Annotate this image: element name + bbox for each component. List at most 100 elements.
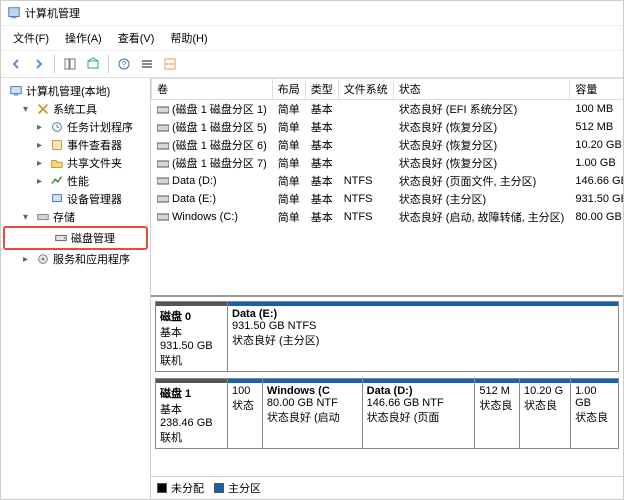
legend-unallocated: 未分配 [157, 480, 204, 496]
disk-0-row[interactable]: 磁盘 0 基本 931.50 GB 联机 Data (E:) 931.50 GB… [155, 301, 619, 372]
volume-capacity: 10.20 GB [570, 136, 623, 154]
expander-icon[interactable]: ▸ [23, 254, 33, 265]
partition-status: 状态良好 (启动 [267, 409, 358, 425]
volume-status: 状态良好 (页面文件, 主分区) [393, 172, 570, 190]
svg-text:?: ? [122, 60, 127, 69]
volume-fs: NTFS [338, 172, 393, 190]
detail-view-button[interactable] [160, 54, 180, 74]
clock-icon [50, 120, 64, 134]
expander-icon[interactable]: ▸ [37, 140, 47, 151]
disk-header-bar [156, 302, 227, 306]
volume-list[interactable]: 卷 布局 类型 文件系统 状态 容量 可用空间 (磁盘 1 磁盘分区 1)简单基… [151, 78, 623, 297]
list-view-button[interactable] [137, 54, 157, 74]
disk-1-header[interactable]: 磁盘 1 基本 238.46 GB 联机 [156, 379, 228, 448]
menu-file[interactable]: 文件(F) [5, 28, 57, 48]
partition-status: 状态良好 (主分区) [232, 332, 614, 348]
volume-row[interactable]: (磁盘 1 磁盘分区 7)简单基本状态良好 (恢复分区)1.00 GB1.00 … [152, 154, 624, 172]
disk-icon [54, 231, 68, 245]
refresh-button[interactable] [83, 54, 103, 74]
nav-forward-button[interactable] [29, 54, 49, 74]
partition-bar [520, 379, 570, 383]
tree-shared-folders[interactable]: ▸ 共享文件夹 [3, 154, 148, 172]
col-volume[interactable]: 卷 [152, 79, 273, 100]
volume-name: Data (D:) [152, 172, 273, 190]
volume-table: 卷 布局 类型 文件系统 状态 容量 可用空间 (磁盘 1 磁盘分区 1)简单基… [151, 78, 623, 226]
volume-fs [338, 118, 393, 136]
menu-view[interactable]: 查看(V) [110, 28, 163, 48]
tree-services[interactable]: ▸ 服务和应用程序 [3, 250, 148, 268]
tree-device-manager[interactable]: 设备管理器 [3, 190, 148, 208]
volume-layout: 简单 [272, 136, 305, 154]
volume-row[interactable]: Data (E:)简单基本NTFS状态良好 (主分区)931.50 GB815.… [152, 190, 624, 208]
help-button[interactable]: ? [114, 54, 134, 74]
volume-fs [338, 136, 393, 154]
partition-bar [263, 379, 362, 383]
partition-bar [228, 379, 262, 383]
disk-graphic-panel[interactable]: 磁盘 0 基本 931.50 GB 联机 Data (E:) 931.50 GB… [151, 297, 623, 476]
tree-disk-management[interactable]: 磁盘管理 [7, 229, 144, 247]
volume-type: 基本 [305, 100, 338, 119]
app-icon [7, 6, 21, 20]
volume-capacity: 512 MB [570, 118, 623, 136]
volume-fs [338, 154, 393, 172]
disk-0-partitions: Data (E:) 931.50 GB NTFS 状态良好 (主分区) [228, 302, 618, 371]
col-type[interactable]: 类型 [305, 79, 338, 100]
menu-help[interactable]: 帮助(H) [162, 28, 215, 48]
volume-row[interactable]: (磁盘 1 磁盘分区 6)简单基本状态良好 (恢复分区)10.20 GB10.2… [152, 136, 624, 154]
partition[interactable]: Data (E:) 931.50 GB NTFS 状态良好 (主分区) [228, 302, 618, 371]
tree-root[interactable]: 计算机管理(本地) [3, 82, 148, 100]
col-status[interactable]: 状态 [393, 79, 570, 100]
volume-fs [338, 100, 393, 119]
volume-layout: 简单 [272, 208, 305, 226]
disk-1-row[interactable]: 磁盘 1 基本 238.46 GB 联机 100 状态 Win [155, 378, 619, 449]
volume-status: 状态良好 (恢复分区) [393, 154, 570, 172]
tools-icon [36, 102, 50, 116]
partition[interactable]: Windows (C 80.00 GB NTF 状态良好 (启动 [263, 379, 363, 448]
volume-row[interactable]: (磁盘 1 磁盘分区 5)简单基本状态良好 (恢复分区)512 MB512 MB [152, 118, 624, 136]
event-icon [50, 138, 64, 152]
toolbar-separator [108, 55, 109, 73]
volume-name: (磁盘 1 磁盘分区 6) [152, 136, 273, 154]
title-bar: 计算机管理 [1, 1, 623, 26]
tree-task-scheduler[interactable]: ▸ 任务计划程序 [3, 118, 148, 136]
col-fs[interactable]: 文件系统 [338, 79, 393, 100]
partition[interactable]: 10.20 G 状态良 [520, 379, 571, 448]
menu-action[interactable]: 操作(A) [57, 28, 110, 48]
partition[interactable]: 1.00 GB 状态良 [571, 379, 618, 448]
volume-type: 基本 [305, 154, 338, 172]
partition[interactable]: Data (D:) 146.66 GB NTF 状态良好 (页面 [363, 379, 476, 448]
volume-layout: 简单 [272, 154, 305, 172]
partition-bar [571, 379, 618, 383]
partition-size: 1.00 GB [575, 385, 614, 409]
expander-icon[interactable]: ▾ [23, 104, 33, 115]
tree-system-tools[interactable]: ▾ 系统工具 [3, 100, 148, 118]
expander-icon[interactable]: ▸ [37, 176, 47, 187]
volume-name: (磁盘 1 磁盘分区 1) [152, 100, 273, 119]
expander-icon[interactable]: ▸ [37, 122, 47, 133]
partition-size: 146.66 GB NTF [367, 397, 471, 409]
nav-back-button[interactable] [6, 54, 26, 74]
volume-row[interactable]: Data (D:)简单基本NTFS状态良好 (页面文件, 主分区)146.66 … [152, 172, 624, 190]
col-layout[interactable]: 布局 [272, 79, 305, 100]
partition-size: 512 M [479, 385, 515, 397]
volume-status: 状态良好 (恢复分区) [393, 118, 570, 136]
volume-capacity: 100 MB [570, 100, 623, 119]
partition[interactable]: 100 状态 [228, 379, 263, 448]
volume-row[interactable]: Windows (C:)简单基本NTFS状态良好 (启动, 故障转储, 主分区)… [152, 208, 624, 226]
view-mode-button[interactable] [60, 54, 80, 74]
partition[interactable]: 512 M 状态良 [475, 379, 520, 448]
volume-name: Windows (C:) [152, 208, 273, 226]
volume-status: 状态良好 (EFI 系统分区) [393, 100, 570, 119]
volume-type: 基本 [305, 118, 338, 136]
perf-icon [50, 174, 64, 188]
tree-storage[interactable]: ▾ 存储 [3, 208, 148, 226]
swatch-unallocated [157, 483, 167, 493]
tree-performance[interactable]: ▸ 性能 [3, 172, 148, 190]
expander-icon[interactable]: ▾ [23, 212, 33, 223]
tree-event-viewer[interactable]: ▸ 事件查看器 [3, 136, 148, 154]
volume-row[interactable]: (磁盘 1 磁盘分区 1)简单基本状态良好 (EFI 系统分区)100 MB10… [152, 100, 624, 119]
disk-0-header[interactable]: 磁盘 0 基本 931.50 GB 联机 [156, 302, 228, 371]
col-capacity[interactable]: 容量 [570, 79, 623, 100]
nav-tree[interactable]: 计算机管理(本地) ▾ 系统工具 ▸ 任务计划程序 ▸ 事件查看器 ▸ 共享文件… [1, 78, 151, 499]
expander-icon[interactable]: ▸ [37, 158, 47, 169]
